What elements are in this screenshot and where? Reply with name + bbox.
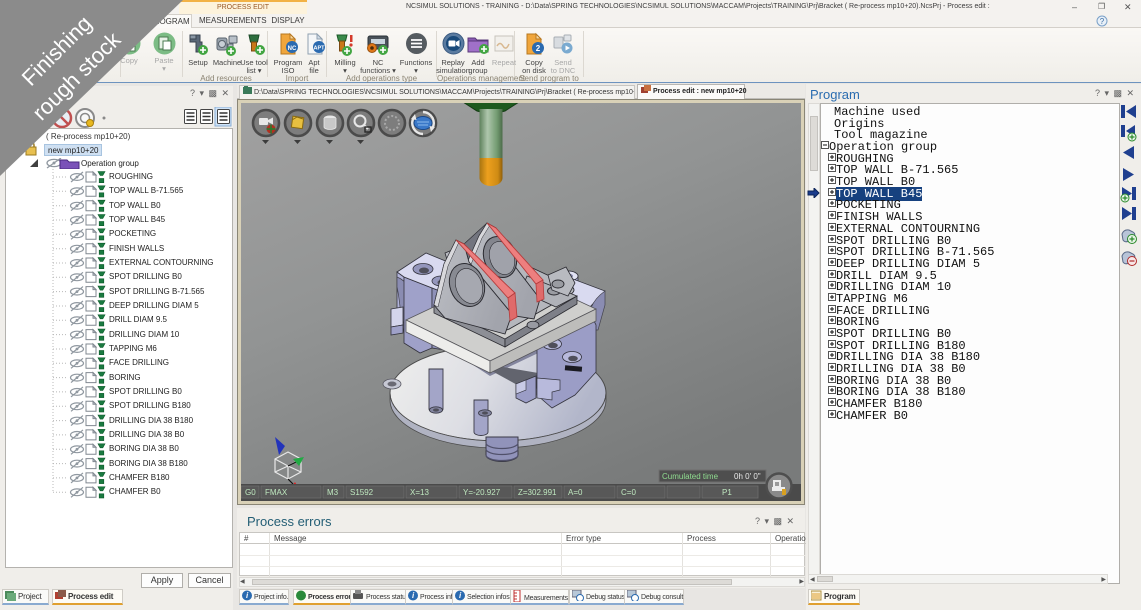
svg-text:A=0: A=0: [568, 488, 583, 497]
svg-text:?: ?: [1100, 17, 1105, 26]
svg-text:APT: APT: [314, 46, 326, 52]
svg-text:Y=-20.927: Y=-20.927: [463, 488, 501, 497]
svg-text:X=13: X=13: [410, 488, 429, 497]
svg-text:NC: NC: [288, 46, 297, 52]
svg-text:S1592: S1592: [350, 488, 374, 497]
svg-text:Cumulated time: Cumulated time: [662, 472, 719, 481]
svg-text:C=0: C=0: [621, 488, 636, 497]
svg-text:Z=302.991: Z=302.991: [518, 488, 557, 497]
svg-text:G0: G0: [245, 488, 256, 497]
svg-text:FMAX: FMAX: [265, 488, 288, 497]
svg-text:P1: P1: [722, 488, 732, 497]
svg-text:0h 0' 0": 0h 0' 0": [734, 472, 761, 481]
svg-text:M3: M3: [327, 488, 339, 497]
svg-text:2: 2: [536, 44, 541, 53]
